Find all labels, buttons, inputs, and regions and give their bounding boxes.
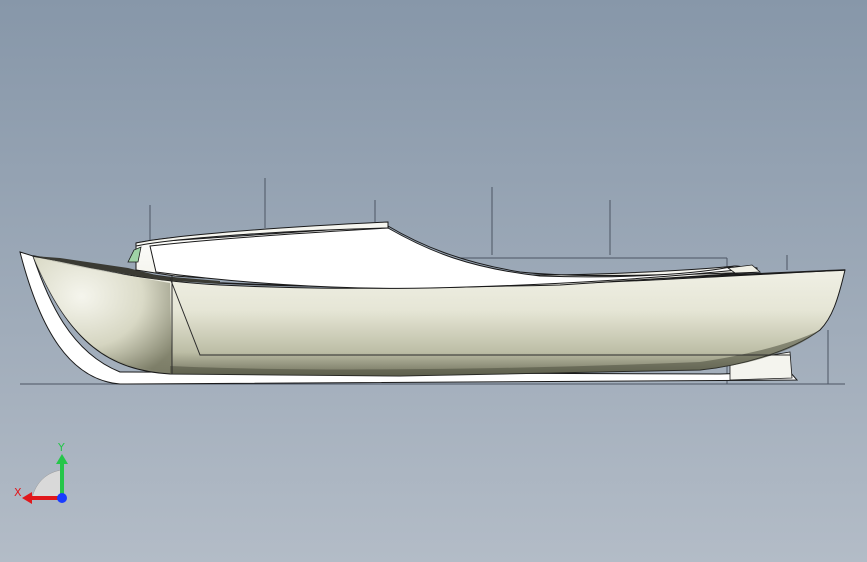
y-axis-head <box>56 454 68 464</box>
boat-model-scene[interactable] <box>0 0 867 562</box>
z-axis-dot <box>57 493 67 503</box>
triad-plane <box>31 469 63 499</box>
x-axis-head <box>22 492 32 504</box>
model-viewport[interactable]: Y X <box>0 0 867 562</box>
y-axis-label: Y <box>57 441 65 454</box>
coordinate-triad: Y X <box>14 441 68 504</box>
x-axis-label: X <box>14 486 22 499</box>
